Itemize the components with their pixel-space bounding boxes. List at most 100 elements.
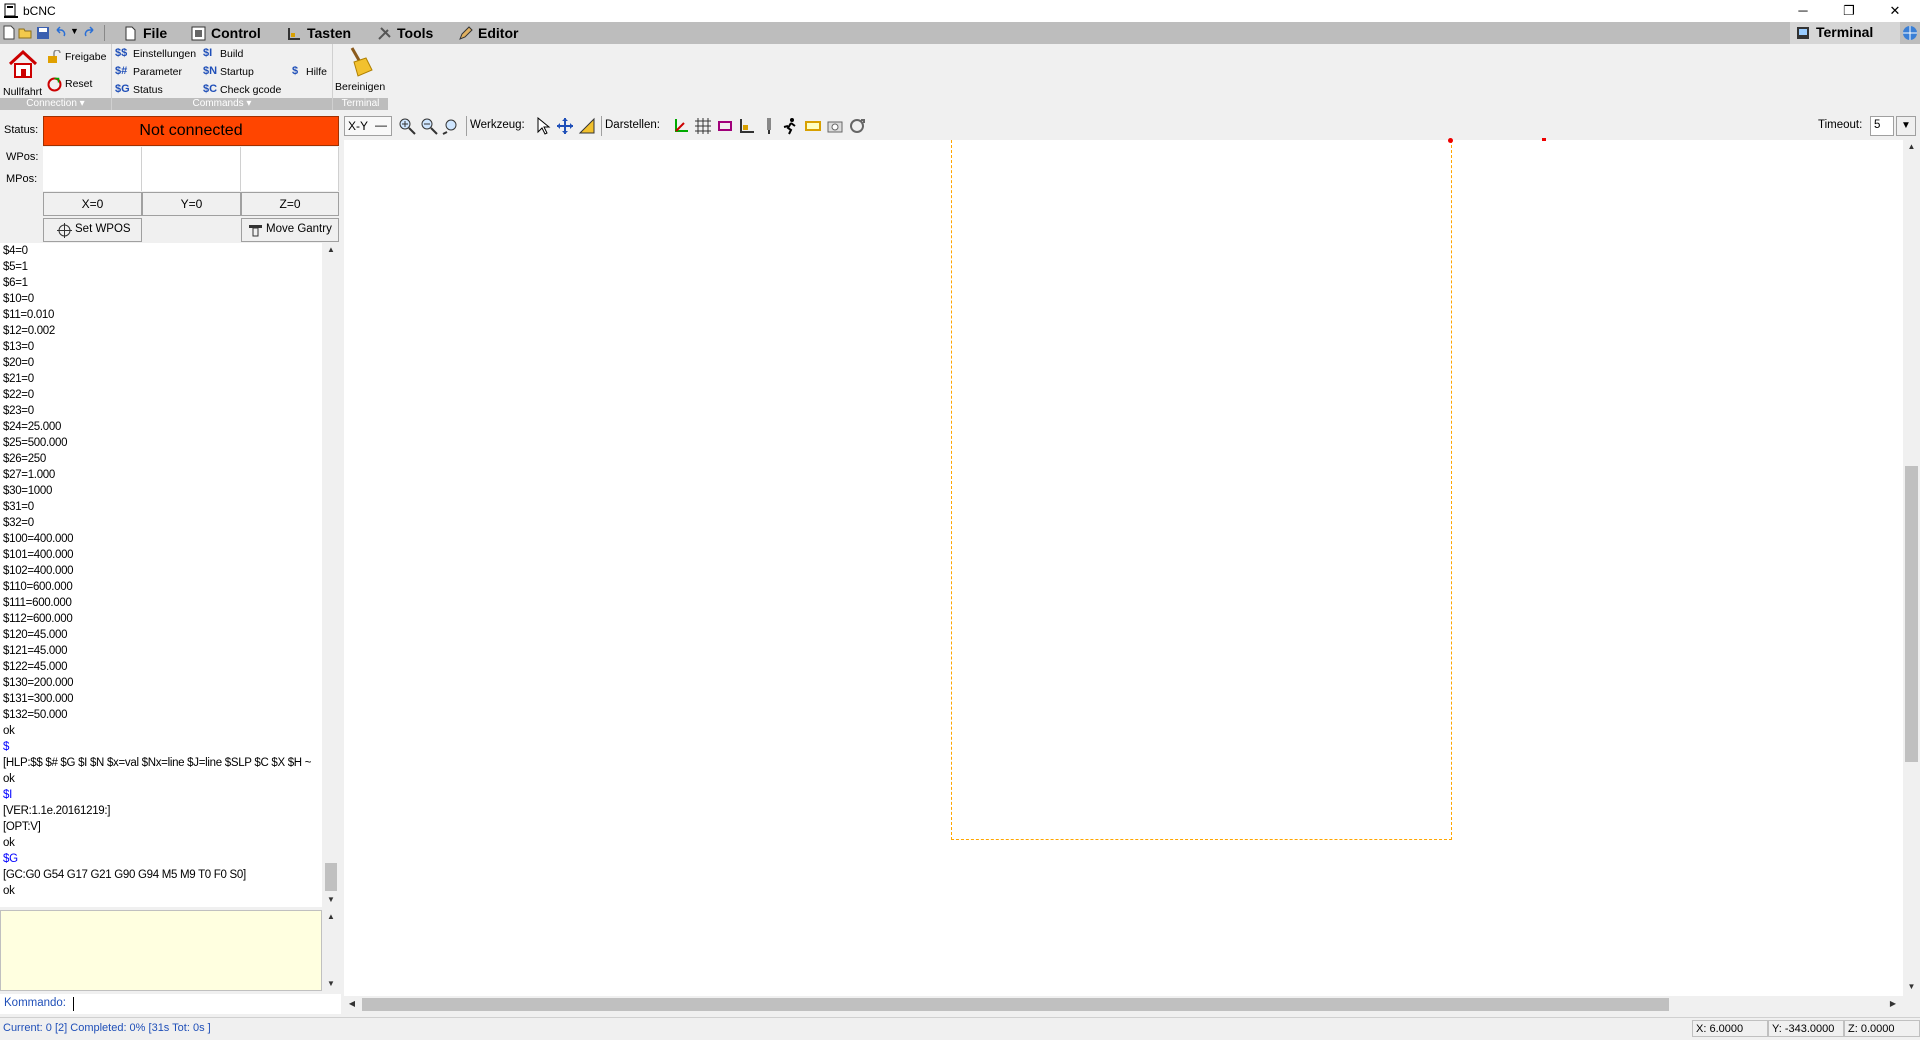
- z-position-cell[interactable]: [241, 147, 339, 191]
- command-input-row[interactable]: Kommando:: [0, 994, 341, 1014]
- show-probe-icon[interactable]: [760, 117, 778, 135]
- undo-dropdown-icon[interactable]: ▼: [70, 26, 79, 36]
- commands-group-footer[interactable]: Commands ▾: [112, 98, 332, 110]
- minimize-button[interactable]: ─: [1780, 0, 1826, 22]
- mpos-label: MPos:: [6, 173, 38, 185]
- z-coordinate-readout: Z: 0.0000: [1844, 1020, 1920, 1037]
- command-input-caret[interactable]: [73, 997, 74, 1011]
- cmd-build-button[interactable]: $I Build: [203, 47, 263, 63]
- pan-move-icon[interactable]: [556, 117, 574, 135]
- redraw-icon[interactable]: [848, 117, 866, 135]
- terminal-tab[interactable]: Terminal: [1790, 22, 1900, 44]
- show-paths-icon[interactable]: [804, 117, 822, 135]
- menu-editor[interactable]: Editor: [458, 24, 518, 42]
- cmd-area-scrollbar[interactable]: ▲ ▼: [323, 910, 339, 991]
- show-rapid-icon[interactable]: [782, 117, 800, 135]
- command-history-area[interactable]: [0, 910, 322, 991]
- scroll-right-icon[interactable]: ▶: [1887, 999, 1899, 1008]
- terminal-line: $131=300.000: [3, 693, 74, 705]
- terminal-line: $130=200.000: [3, 677, 74, 689]
- set-wpos-button[interactable]: Set WPOS: [43, 218, 142, 242]
- zoom-out-icon[interactable]: [420, 117, 438, 135]
- move-gantry-button[interactable]: Move Gantry: [241, 218, 339, 242]
- toolbar-separator: [466, 116, 467, 136]
- scroll-down-icon[interactable]: ▼: [323, 895, 339, 904]
- reset-icon: [47, 77, 62, 92]
- zoom-in-icon[interactable]: [398, 117, 416, 135]
- toolbar-separator: [601, 116, 602, 136]
- scroll-down-icon[interactable]: ▼: [323, 979, 339, 988]
- terminal-group-footer: Terminal: [333, 98, 388, 110]
- ruler-icon[interactable]: [578, 117, 596, 135]
- terminal-scrollbar[interactable]: ▲ ▼: [323, 243, 339, 907]
- cmd-startup-label: Startup: [220, 66, 254, 78]
- cmd-startup-button[interactable]: $N Startup: [203, 65, 263, 81]
- canvas-horizontal-scrollbar[interactable]: ◀ ▶: [344, 996, 1903, 1013]
- unlock-icon: [48, 50, 61, 63]
- x-position-cell[interactable]: [43, 147, 142, 191]
- canvas-vertical-scrollbar[interactable]: ▲ ▼: [1903, 140, 1920, 996]
- redo-icon[interactable]: [82, 25, 96, 40]
- menu-file-label: File: [143, 25, 168, 41]
- menu-tasten[interactable]: Tasten: [287, 24, 351, 42]
- restore-button[interactable]: ❐: [1826, 0, 1872, 22]
- title-bar: bCNC ─ ❐ ✕: [0, 0, 1920, 22]
- timeout-spinbox[interactable]: 5: [1870, 116, 1894, 136]
- close-button[interactable]: ✕: [1872, 0, 1918, 22]
- show-axes-icon[interactable]: [672, 117, 690, 135]
- reset-button[interactable]: Reset: [47, 77, 111, 93]
- camera-icon[interactable]: [826, 117, 844, 135]
- view-select[interactable]: X-Y —: [344, 116, 392, 136]
- scroll-thumb[interactable]: [362, 998, 1669, 1011]
- connection-footer-label: Connection: [26, 98, 77, 109]
- status-bar: Current: 0 [2] Completed: 0% [31s Tot: 0…: [0, 1017, 1920, 1040]
- menu-control[interactable]: Control: [191, 24, 261, 42]
- terminal-output[interactable]: $4=0 $5=1 $6=1 $10=0 $11=0.010 $12=0.002 $13=0…: [0, 243, 322, 907]
- timeout-dropdown-icon[interactable]: ▼: [1896, 116, 1916, 136]
- cmd-settings-button[interactable]: $$ Einstellungen: [115, 47, 200, 63]
- menu-editor-label: Editor: [478, 25, 519, 41]
- status-indicator[interactable]: Not connected: [43, 116, 339, 146]
- x-coordinate-readout: X: 6.0000: [1692, 1020, 1768, 1037]
- terminal-line: $122=45.000: [3, 661, 68, 673]
- zoom-fit-icon[interactable]: [442, 117, 460, 135]
- view-select-value: X-Y: [348, 119, 369, 133]
- zero-x-button[interactable]: X=0: [43, 192, 142, 216]
- cmd-parameter-button[interactable]: $# Parameter: [115, 65, 200, 81]
- show-margins-icon[interactable]: [716, 117, 734, 135]
- menu-separator: [104, 25, 105, 41]
- show-grid-icon[interactable]: [694, 117, 712, 135]
- scroll-up-icon[interactable]: ▲: [1903, 142, 1920, 151]
- show-workarea-icon[interactable]: [738, 117, 756, 135]
- save-icon[interactable]: [36, 25, 50, 40]
- scroll-down-icon[interactable]: ▼: [1903, 982, 1920, 991]
- terminal-line: $101=400.000: [3, 549, 74, 561]
- select-pointer-icon[interactable]: [534, 117, 552, 135]
- menu-file[interactable]: File: [123, 24, 167, 42]
- zero-z-button[interactable]: Z=0: [241, 192, 339, 216]
- open-folder-icon[interactable]: [18, 25, 32, 40]
- zero-y-button[interactable]: Y=0: [142, 192, 241, 216]
- help-globe-icon[interactable]: [1902, 25, 1918, 41]
- terminal-line: [OPT:V]: [3, 821, 41, 833]
- unlock-button[interactable]: Freigabe: [47, 50, 111, 66]
- cmd-startup-code: $N: [203, 65, 218, 77]
- scroll-left-icon[interactable]: ◀: [346, 999, 358, 1008]
- cmd-help-button[interactable]: $ Hilfe: [292, 65, 332, 81]
- undo-icon[interactable]: [54, 25, 68, 40]
- scroll-thumb[interactable]: [325, 863, 337, 891]
- cmd-build-code: $I: [203, 47, 213, 59]
- home-button[interactable]: Nullfahrt: [2, 48, 44, 98]
- connection-group-footer[interactable]: Connection ▾: [0, 98, 111, 110]
- new-file-icon[interactable]: [2, 25, 16, 40]
- scroll-up-icon[interactable]: ▲: [323, 912, 339, 921]
- clear-terminal-button[interactable]: Bereinigen: [334, 44, 388, 98]
- cmd-check-gcode-button[interactable]: $C Check gcode: [203, 83, 288, 99]
- terminal-line: $100=400.000: [3, 533, 74, 545]
- menu-tools[interactable]: Tools: [377, 24, 433, 42]
- y-position-cell[interactable]: [142, 147, 241, 191]
- scroll-thumb[interactable]: [1905, 466, 1918, 762]
- scroll-up-icon[interactable]: ▲: [323, 245, 339, 254]
- cmd-status-button[interactable]: $G Status: [115, 83, 200, 99]
- terminal-line: $26=250: [3, 453, 46, 465]
